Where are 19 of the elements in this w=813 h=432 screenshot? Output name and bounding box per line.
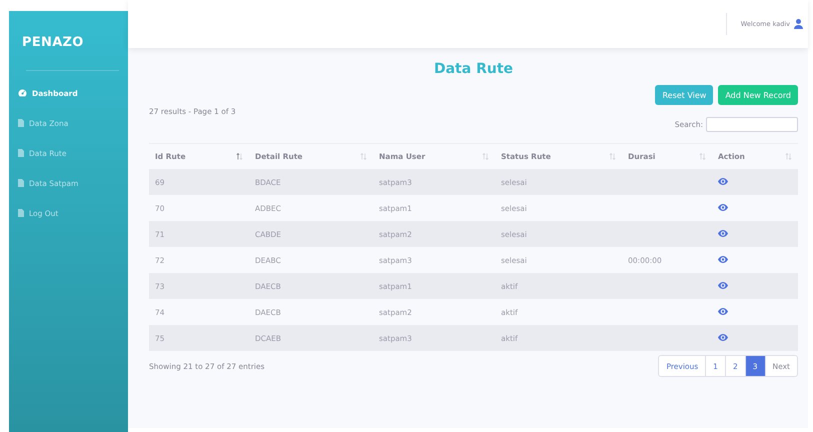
brand-logo[interactable]: PENAZO: [9, 35, 128, 50]
file-icon: [18, 149, 24, 157]
view-eye-icon[interactable]: [718, 230, 728, 236]
file-icon: [18, 209, 24, 217]
add-record-button[interactable]: Add New Record: [718, 85, 798, 105]
gauge-icon: [18, 89, 27, 97]
file-icon: [18, 179, 24, 187]
view-eye-icon[interactable]: [718, 308, 728, 314]
view-eye-icon[interactable]: [718, 282, 728, 288]
page-title: Data Rute: [432, 61, 514, 77]
user-icon[interactable]: [794, 19, 803, 29]
view-eye-icon[interactable]: [718, 204, 728, 210]
file-icon: [18, 119, 24, 127]
view-eye-icon[interactable]: [718, 256, 728, 262]
view-eye-icon[interactable]: [718, 334, 728, 340]
sort-icon[interactable]: [236, 153, 243, 160]
view-eye-icon[interactable]: [718, 178, 728, 184]
search-field[interactable]: [706, 117, 798, 132]
reset-view-button[interactable]: Reset View: [655, 85, 714, 105]
